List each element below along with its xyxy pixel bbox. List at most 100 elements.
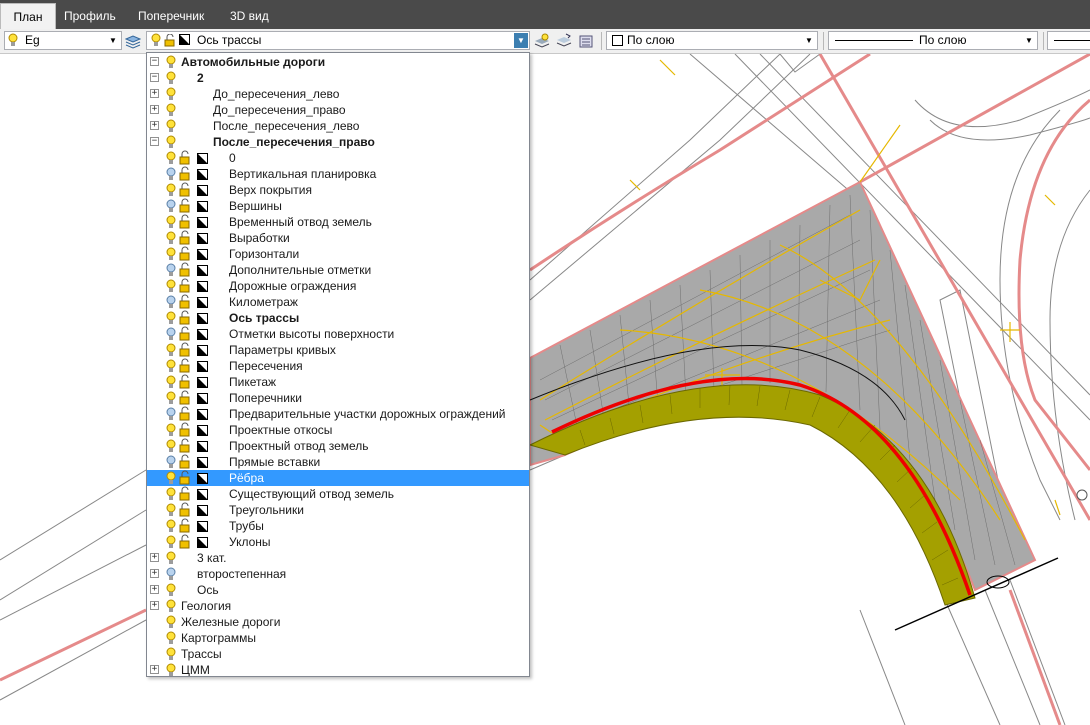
layer-color-icon[interactable] [197,390,211,406]
lightbulb-off-icon[interactable] [166,262,180,278]
layer-tree-item[interactable]: − Автомобильные дороги [147,54,529,70]
lightbulb-on-icon[interactable] [166,358,180,374]
expand-icon[interactable]: + [150,553,159,562]
chevron-down-icon[interactable]: ▼ [106,33,120,48]
chevron-down-icon[interactable]: ▼ [1022,33,1036,48]
unlock-icon[interactable] [179,486,193,502]
layer-color-icon[interactable] [197,518,211,534]
lineweight-combo[interactable] [1047,31,1090,50]
layer-tree-item[interactable]: Временный отвод земель [147,214,529,230]
layer-color-icon[interactable] [197,486,211,502]
layer-tree-item[interactable]: Ось трассы [147,310,529,326]
layer-color-icon[interactable] [197,406,211,422]
lightbulb-on-icon[interactable] [166,646,180,662]
lightbulb-on-icon[interactable] [166,182,180,198]
layer-match-icon[interactable] [578,33,594,49]
layer-color-icon[interactable] [197,326,211,342]
layer-color-icon[interactable] [197,214,211,230]
unlock-icon[interactable] [179,230,193,246]
layer-tree-item[interactable]: −2 [147,70,529,86]
layer-color-icon[interactable] [197,294,211,310]
unlock-icon[interactable] [179,166,193,182]
layer-tree-item[interactable]: Пересечения [147,358,529,374]
layer-tree-item[interactable]: Предварительные участки дорожных огражде… [147,406,529,422]
unlock-icon[interactable] [179,246,193,262]
collapse-icon[interactable]: − [150,73,159,82]
unlock-icon[interactable] [179,214,193,230]
lightbulb-on-icon[interactable] [166,470,180,486]
unlock-icon[interactable] [179,310,193,326]
layer-tree-item[interactable]: Вершины [147,198,529,214]
layer-tree-item[interactable]: Дополнительные отметки [147,262,529,278]
layer-tree-item[interactable]: Железные дороги [147,614,529,630]
lightbulb-on-icon[interactable] [166,278,180,294]
layer-isolate-icon[interactable] [556,33,572,49]
layer-tree-item[interactable]: Выработки [147,230,529,246]
unlock-icon[interactable] [179,390,193,406]
lightbulb-off-icon[interactable] [166,326,180,342]
lightbulb-on-icon[interactable] [166,662,180,677]
unlock-icon[interactable] [179,374,193,390]
layer-tree-item[interactable]: Существующий отвод земель [147,486,529,502]
layer-tree-item[interactable]: Уклоны [147,534,529,550]
unlock-icon[interactable] [179,534,193,550]
unlock-icon[interactable] [179,182,193,198]
lightbulb-on-icon[interactable] [166,86,180,102]
layer-color-icon[interactable] [197,374,211,390]
unlock-icon[interactable] [179,326,193,342]
layer-tree-item[interactable]: 0 [147,150,529,166]
lightbulb-on-icon[interactable] [166,486,180,502]
layer-tree-item[interactable]: Вертикальная планировка [147,166,529,182]
expand-icon[interactable]: + [150,121,159,130]
expand-icon[interactable]: + [150,665,159,674]
tab-profile[interactable]: Профиль [64,3,116,29]
unlock-icon[interactable] [179,150,193,166]
layer-color-icon[interactable] [197,534,211,550]
unlock-icon[interactable] [179,438,193,454]
lightbulb-on-icon[interactable] [166,214,180,230]
layer-tree-item[interactable]: − После_пересечения_право [147,134,529,150]
layer-tree-item[interactable]: + До_пересечения_право [147,102,529,118]
lightbulb-on-icon[interactable] [166,246,180,262]
unlock-icon[interactable] [179,470,193,486]
layer-color-icon[interactable] [197,150,211,166]
layer-color-icon[interactable] [197,454,211,470]
lightbulb-on-icon[interactable] [166,310,180,326]
lightbulb-off-icon[interactable] [166,454,180,470]
layer-tree-item[interactable]: Километраж [147,294,529,310]
lightbulb-on-icon[interactable] [166,518,180,534]
lightbulb-on-icon[interactable] [166,438,180,454]
tab-cross-section[interactable]: Поперечник [138,3,204,29]
lightbulb-on-icon[interactable] [166,54,180,70]
layer-color-icon[interactable] [197,182,211,198]
expand-icon[interactable]: + [150,105,159,114]
lightbulb-on-icon[interactable] [166,390,180,406]
lightbulb-off-icon[interactable] [166,166,180,182]
layer-color-icon[interactable] [197,422,211,438]
unlock-icon[interactable] [179,406,193,422]
lightbulb-off-icon[interactable] [166,294,180,310]
lightbulb-on-icon[interactable] [166,374,180,390]
layer-color-icon[interactable] [197,358,211,374]
layer-tree-item[interactable]: + Геология [147,598,529,614]
lightbulb-on-icon[interactable] [166,422,180,438]
layer-tree-item[interactable]: + До_пересечения_лево [147,86,529,102]
expand-icon[interactable]: + [150,601,159,610]
layer-color-icon[interactable] [197,470,211,486]
unlock-icon[interactable] [179,358,193,374]
expand-icon[interactable]: + [150,89,159,98]
layer-color-icon[interactable] [197,438,211,454]
lightbulb-on-icon[interactable] [166,118,180,134]
lightbulb-on-icon[interactable] [166,534,180,550]
lightbulb-off-icon[interactable] [166,198,180,214]
layer-color-icon[interactable] [197,166,211,182]
layer-tree-item[interactable]: Треугольники [147,502,529,518]
layer-tree-item[interactable]: Рёбра [147,470,529,486]
unlock-icon[interactable] [179,454,193,470]
layer-tree-item[interactable]: Трассы [147,646,529,662]
layer-color-icon[interactable] [197,262,211,278]
layer-tree-item[interactable]: Проектный отвод земель [147,438,529,454]
lightbulb-on-icon[interactable] [166,230,180,246]
tab-3d-view[interactable]: 3D вид [230,3,269,29]
layer-filter-combo[interactable]: Eg ▼ [4,31,122,50]
